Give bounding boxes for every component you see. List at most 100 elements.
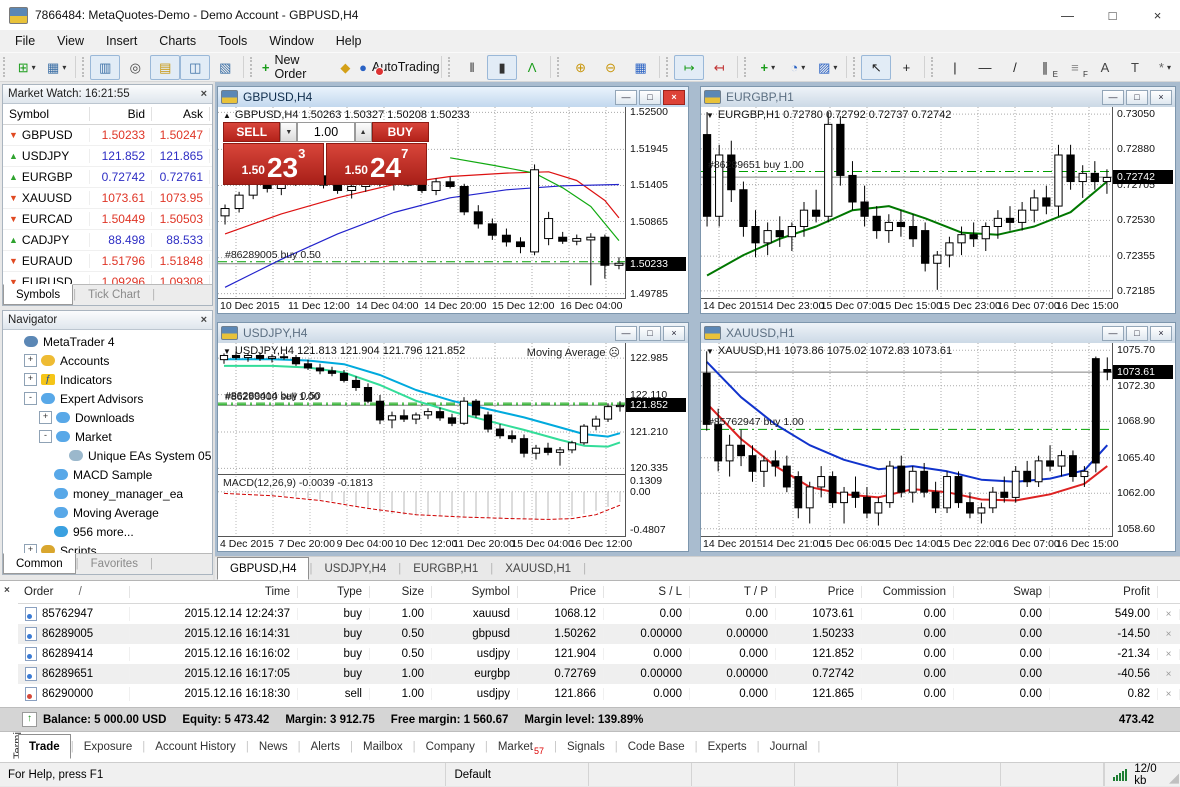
resize-grip[interactable]: ◢	[1169, 770, 1179, 786]
chart-minimize-button[interactable]: —	[615, 89, 637, 105]
terminal-tab-experts[interactable]: Experts	[698, 734, 757, 759]
chart-area-eurgbp[interactable]: 0.73050 0.72880 0.72705 0.72530 0.72355 0.721…	[701, 107, 1175, 313]
chart-window-eurgbp[interactable]: EURGBP,H1 — □ × 0.73050 0.72880 0.72705 0.7…	[700, 86, 1176, 314]
vertical-line-button[interactable]: |	[940, 55, 970, 80]
menu-view[interactable]: View	[46, 32, 95, 50]
market-watch-tab-tick-chart[interactable]: Tick Chart	[76, 285, 152, 305]
chart-shift-button[interactable]: ↤	[704, 55, 734, 80]
order-row[interactable]: 86290000 2015.12.16 16:18:30 sell 1.00 usdjp…	[18, 684, 1180, 704]
trendline-button[interactable]: /	[1000, 55, 1030, 80]
new-chart-caret-icon[interactable]: ▾	[32, 63, 36, 72]
market-watch-row[interactable]: ▼ EURCAD 1.50449 1.50503	[3, 209, 212, 230]
close-order-icon[interactable]: ×	[1158, 608, 1180, 620]
terminal-tab-trade[interactable]: Trade	[18, 734, 71, 759]
menu-insert[interactable]: Insert	[95, 32, 148, 50]
chart-window-usdjpy[interactable]: USDJPY,H4 — □ × MACD(12,26,9) -0.0039 -0…	[217, 322, 689, 552]
tree-item-metatrader-4[interactable]: MetaTrader 4	[3, 332, 212, 351]
chart-area-xauusd[interactable]: 1075.70 1072.30 1068.90 1065.40 1062.00 1058.…	[701, 343, 1175, 551]
terminal-col-type[interactable]: Type	[298, 586, 370, 598]
market-watch-close-icon[interactable]: ×	[201, 88, 207, 100]
chart-area-gbpusd[interactable]: SELL ▼ 1.00 ▲ BUY 1.50 23 3 1.50 24 7 1.5250…	[218, 107, 688, 313]
chart-line-button[interactable]: Λ	[517, 55, 547, 80]
text-button[interactable]: A	[1090, 55, 1120, 80]
chart-restore-button[interactable]: □	[639, 325, 661, 341]
tree-item-money-manager-ea[interactable]: money_manager_ea	[3, 484, 212, 503]
toggle-terminal-button[interactable]: ◫	[180, 54, 211, 80]
periods-button[interactable]: ◔ ▾	[783, 55, 813, 80]
templates-button[interactable]: ▨ ▾	[813, 55, 843, 80]
mw-col-bid[interactable]: Bid	[90, 107, 152, 121]
expand-icon[interactable]: ▼	[706, 347, 714, 356]
tree-item-macd-sample[interactable]: MACD Sample	[3, 465, 212, 484]
crosshair-button[interactable]: +	[891, 55, 921, 80]
tree-expander-icon[interactable]: +	[24, 373, 37, 386]
chart-minimize-button[interactable]: —	[1102, 89, 1124, 105]
indicator-separator[interactable]	[218, 474, 626, 475]
toggle-navigator-button[interactable]: ▤	[150, 54, 181, 80]
order-row[interactable]: 86289651 2015.12.16 16:17:05 buy 1.00 eurgbp…	[18, 664, 1180, 684]
volume-input[interactable]: 1.00	[297, 122, 355, 142]
chart-candlesticks-button[interactable]: ▮	[487, 54, 518, 80]
templates-caret-icon[interactable]: ▾	[833, 63, 837, 72]
text-label-button[interactable]: T	[1120, 55, 1150, 80]
horizontal-line-button[interactable]: —	[970, 55, 1000, 80]
order-row[interactable]: 86289005 2015.12.16 16:14:31 buy 0.50 gbpusd…	[18, 624, 1180, 644]
indicators-caret-icon[interactable]: ▾	[771, 63, 775, 72]
chart-close-button[interactable]: ×	[663, 325, 685, 341]
navigator-tab-favorites[interactable]: Favorites	[79, 554, 150, 574]
window-maximize-button[interactable]: □	[1090, 0, 1135, 30]
menu-help[interactable]: Help	[325, 32, 373, 50]
close-order-icon[interactable]: ×	[1158, 688, 1180, 700]
terminal-tab-company[interactable]: Company	[416, 734, 485, 759]
chart-window-eurgbp-titlebar[interactable]: EURGBP,H1 — □ ×	[701, 87, 1175, 107]
mw-col-ask[interactable]: Ask	[152, 107, 210, 121]
tree-expander-icon[interactable]: +	[24, 354, 37, 367]
indicators-button[interactable]: + ▾	[753, 55, 783, 80]
tree-expander-icon[interactable]: -	[39, 430, 52, 443]
auto-scroll-button[interactable]: ↦	[674, 54, 705, 80]
terminal-col-price[interactable]: Price	[518, 586, 604, 598]
window-minimize-button[interactable]: —	[1045, 0, 1090, 30]
chart-window-gbpusd-titlebar[interactable]: GBPUSD,H4 — □ ×	[218, 87, 688, 107]
arrows-caret-icon[interactable]: ▾	[1167, 63, 1171, 72]
metaeditor-button[interactable]: ◆	[330, 55, 360, 80]
chart-restore-button[interactable]: □	[1126, 325, 1148, 341]
market-watch-row[interactable]: ▼ XAUUSD 1073.61 1073.95	[3, 188, 212, 209]
chart-window-usdjpy-titlebar[interactable]: USDJPY,H4 — □ ×	[218, 323, 688, 343]
cursor-button[interactable]: ↖	[861, 54, 892, 80]
volume-increase-button[interactable]: ▲	[354, 122, 372, 142]
toolbar-grip[interactable]	[250, 57, 255, 77]
tree-item-indicators[interactable]: + ƒ Indicators	[3, 370, 212, 389]
chart-window-gbpusd[interactable]: GBPUSD,H4 — □ × SELL ▼ 1.00 ▲ BUY 1.50 23…	[217, 86, 689, 314]
terminal-col-profit[interactable]: Profit	[1050, 586, 1158, 598]
terminal-tab-exposure[interactable]: Exposure	[74, 734, 143, 759]
market-watch-row[interactable]: ▲ CADJPY 88.498 88.533	[3, 230, 212, 251]
toolbar-grip[interactable]	[744, 57, 749, 77]
toolbar-grip[interactable]	[81, 57, 87, 77]
zoom-in-button[interactable]: ⊕	[566, 55, 596, 80]
terminal-tab-market[interactable]: Market 57	[488, 734, 554, 759]
navigator-tab-common[interactable]: Common	[3, 553, 76, 574]
menu-charts[interactable]: Charts	[148, 32, 207, 50]
terminal-col-symbol[interactable]: Symbol	[432, 586, 518, 598]
market-watch-row[interactable]: ▼ GBPUSD 1.50233 1.50247	[3, 125, 212, 146]
chart-bars-button[interactable]: ‖	[457, 55, 487, 80]
close-order-icon[interactable]: ×	[1158, 668, 1180, 680]
tree-item-moving-average[interactable]: Moving Average	[3, 503, 212, 522]
terminal-col-swap[interactable]: Swap	[954, 586, 1050, 598]
terminal-close-icon[interactable]: ×	[4, 585, 10, 596]
menu-file[interactable]: File	[4, 32, 46, 50]
chart-area-usdjpy[interactable]: MACD(12,26,9) -0.0039 -0.1813 122.985 122.…	[218, 343, 688, 551]
chart-tab-usdjpy-h4[interactable]: USDJPY,H4	[312, 557, 398, 580]
chart-close-button[interactable]: ×	[1150, 325, 1172, 341]
terminal-col-order[interactable]: Order /	[18, 586, 130, 598]
fibonacci-button[interactable]: ≡ F	[1060, 55, 1090, 80]
market-watch-row[interactable]: ▲ USDJPY 121.852 121.865	[3, 146, 212, 167]
sell-button[interactable]: SELL	[223, 122, 281, 142]
profiles-caret-icon[interactable]: ▾	[62, 63, 66, 72]
expand-icon[interactable]: ▼	[706, 111, 714, 120]
order-row[interactable]: 86289414 2015.12.16 16:16:02 buy 0.50 usdjpy…	[18, 644, 1180, 664]
chart-window-xauusd[interactable]: XAUUSD,H1 — □ × 1075.70 1072.30 1068.90 106…	[700, 322, 1176, 552]
menu-window[interactable]: Window	[258, 32, 324, 50]
close-order-icon[interactable]: ×	[1158, 628, 1180, 640]
